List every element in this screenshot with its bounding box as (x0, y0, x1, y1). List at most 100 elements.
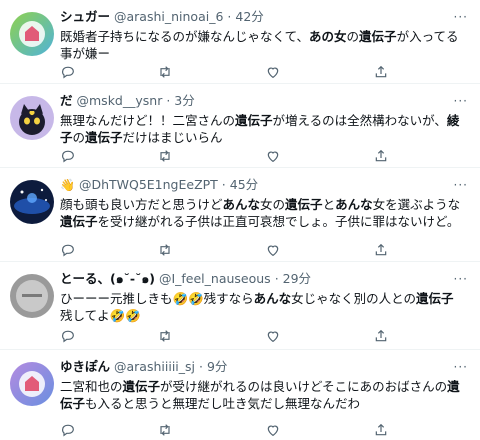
like-icon[interactable] (265, 64, 281, 80)
reply-icon[interactable] (60, 64, 76, 80)
action-bar (60, 148, 460, 164)
separator: · (227, 9, 232, 24)
tweet[interactable]: とーる、(๑˘-˘๑) @I_feel_nauseous · 29分 ··· ひ… (0, 262, 480, 350)
tweet-text: 二宮和也の遺伝子が受け継がれるのは良いけどそこにあのおばさんの遺伝子も入ると思う… (60, 378, 466, 412)
reply-icon[interactable] (60, 242, 76, 258)
avatar-image (10, 274, 54, 318)
tweet[interactable]: だ @mskd__ysnr · 3分 ··· 無理なんだけど！！二宮さんの遺伝子… (0, 84, 480, 168)
retweet-icon[interactable] (157, 148, 173, 164)
avatar[interactable] (10, 12, 54, 56)
like-icon[interactable] (265, 422, 281, 438)
like-icon[interactable] (265, 242, 281, 258)
tweet-header: だ @mskd__ysnr · 3分 (60, 93, 454, 109)
separator: · (274, 271, 279, 286)
more-icon[interactable]: ··· (454, 177, 468, 193)
text-segment: の (72, 130, 86, 145)
highlighted-text: 遺伝子 (60, 214, 98, 229)
highlighted-text: あんな (222, 197, 261, 212)
avatar-image (10, 96, 54, 140)
tweet[interactable]: 👋 @DhTWQ5E1ngEeZPT · 45分 ··· 顔も頭も良い方だと思う… (0, 168, 480, 262)
waving-hand-emoji: 👋 (60, 178, 75, 192)
text-segment: 女の (260, 197, 286, 212)
text-segment: を受け継がれる子供は正直可哀想でしょ。子供に罪はないけど。 (97, 214, 460, 229)
share-icon[interactable] (373, 64, 389, 80)
separator: · (198, 359, 203, 374)
avatar-image (10, 12, 54, 56)
text-segment: 二宮和也の (60, 379, 123, 394)
more-icon[interactable]: ··· (454, 93, 468, 109)
display-name[interactable]: ゆきぽん (60, 359, 110, 374)
user-handle[interactable]: @arashi_ninoai_6 (114, 9, 223, 24)
share-icon[interactable] (373, 328, 389, 344)
avatar-image (10, 362, 54, 406)
display-name[interactable]: とーる、(๑˘-˘๑) (60, 271, 155, 286)
text-segment: だけはまじいらん (122, 130, 223, 145)
tweet-text: 無理なんだけど！！二宮さんの遺伝子が増えるのは全然構わないが、綾子の遺伝子だけは… (60, 112, 466, 146)
avatar-image (10, 180, 54, 224)
highlighted-text: 遺伝子 (285, 197, 323, 212)
like-icon[interactable] (265, 148, 281, 164)
timestamp[interactable]: 9分 (207, 359, 227, 374)
separator: · (221, 177, 226, 192)
more-icon[interactable]: ··· (454, 9, 468, 25)
text-segment: が増えるのは全然構わないが、 (272, 113, 447, 128)
action-bar (60, 64, 460, 80)
share-icon[interactable] (373, 148, 389, 164)
text-segment: と (322, 197, 336, 212)
reply-icon[interactable] (60, 148, 76, 164)
avatar[interactable] (10, 274, 54, 318)
tweet-header: とーる、(๑˘-˘๑) @I_feel_nauseous · 29分 (60, 271, 454, 287)
share-icon[interactable] (373, 242, 389, 258)
text-segment: が受け継がれるのは良いけどそこにあのおばさんの (160, 379, 448, 394)
highlighted-text: 遺伝子 (416, 291, 454, 306)
tweet[interactable]: シュガー @arashi_ninoai_6 · 42分 ··· 既婚者子持ちにな… (0, 0, 480, 84)
text-segment: 女を選ぶような (372, 197, 461, 212)
text-segment: 顔も頭も良い方だと思うけど (60, 197, 223, 212)
avatar[interactable] (10, 180, 54, 224)
retweet-icon[interactable] (157, 328, 173, 344)
action-bar (60, 242, 460, 258)
tweet-text: 既婚者子持ちになるのが嫌なんじゃなくて、あの女の遺伝子が入ってる事が嫌ー (60, 28, 466, 62)
reply-icon[interactable] (60, 422, 76, 438)
text-segment: も入ると思うと無理だし吐き気だし無理なんだわ (85, 396, 361, 411)
timestamp[interactable]: 29分 (283, 271, 311, 286)
tweet-feed: シュガー @arashi_ninoai_6 · 42分 ··· 既婚者子持ちにな… (0, 0, 480, 440)
share-icon[interactable] (373, 422, 389, 438)
timestamp[interactable]: 42分 (235, 9, 263, 24)
tweet[interactable]: ゆきぽん @arashiiiii_sj · 9分 ··· 二宮和也の遺伝子が受け… (0, 350, 480, 440)
text-segment: 女じゃなく別の人との (291, 291, 417, 306)
user-handle[interactable]: @DhTWQ5E1ngEeZPT (79, 177, 218, 192)
retweet-icon[interactable] (157, 64, 173, 80)
display-name[interactable]: だ (60, 93, 73, 108)
tweet-header: 👋 @DhTWQ5E1ngEeZPT · 45分 (60, 177, 454, 193)
timestamp[interactable]: 45分 (230, 177, 258, 192)
text-segment: 残してよ🤣🤣 (60, 308, 141, 323)
display-name[interactable]: シュガー (60, 9, 110, 24)
highlighted-text: あんな (335, 197, 373, 212)
action-bar (60, 328, 460, 344)
avatar[interactable] (10, 96, 54, 140)
like-icon[interactable] (265, 328, 281, 344)
timestamp[interactable]: 3分 (174, 93, 194, 108)
avatar[interactable] (10, 362, 54, 406)
more-icon[interactable]: ··· (454, 359, 468, 375)
reply-icon[interactable] (60, 328, 76, 344)
more-icon[interactable]: ··· (454, 271, 468, 287)
action-bar (60, 422, 460, 438)
tweet-text: 顔も頭も良い方だと思うけどあんな女の遺伝子とあんな女を選ぶような遺伝子を受け継が… (60, 196, 466, 230)
user-handle[interactable]: @I_feel_nauseous (159, 271, 271, 286)
user-handle[interactable]: @arashiiiii_sj (114, 359, 195, 374)
highlighted-text: あんな (253, 291, 292, 306)
highlighted-text: あの女 (309, 29, 347, 44)
highlighted-text: 遺伝子 (122, 379, 161, 394)
retweet-icon[interactable] (157, 422, 173, 438)
user-handle[interactable]: @mskd__ysnr (77, 93, 163, 108)
highlighted-text: 遺伝子 (85, 130, 123, 145)
highlighted-text: 遺伝子 (235, 113, 273, 128)
tweet-header: シュガー @arashi_ninoai_6 · 42分 (60, 9, 454, 25)
text-segment: 無理なんだけど！！二宮さんの (60, 113, 236, 128)
display-name[interactable]: 👋 (60, 177, 75, 192)
text-segment: の (346, 29, 360, 44)
retweet-icon[interactable] (157, 242, 173, 258)
separator: · (166, 93, 171, 108)
